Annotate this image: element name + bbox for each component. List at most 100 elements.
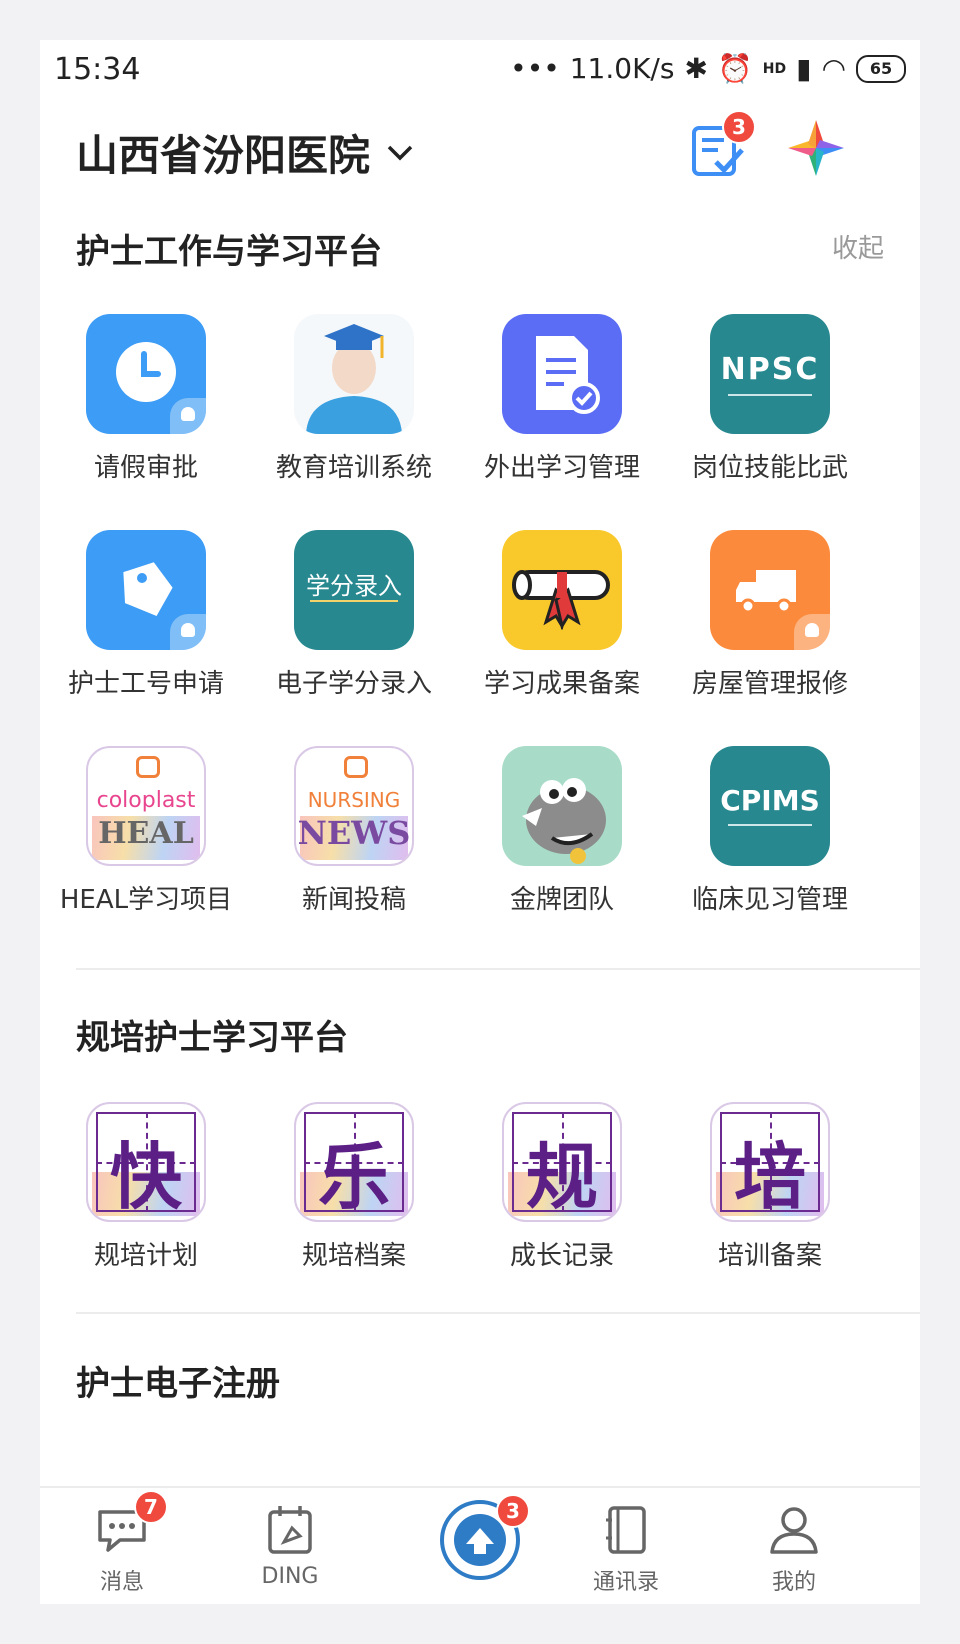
status-bar: 15:34 ••• 11.0K/s ✱ ⏰ HD ▮ ◠ 65 bbox=[40, 40, 920, 104]
logo-underline bbox=[728, 394, 812, 396]
calligraphy-le-icon: 乐 bbox=[294, 1102, 414, 1222]
org-name: 山西省汾阳医院 bbox=[76, 131, 371, 180]
workbench-button[interactable] bbox=[784, 116, 850, 182]
credit-entry-logo: 学分录入 bbox=[294, 530, 414, 650]
rhino-mascot-icon bbox=[502, 746, 622, 866]
section-title-standardized-training: 规培护士学习平台 bbox=[76, 1018, 348, 1058]
heal-text: HEAL bbox=[98, 816, 194, 851]
news-text: NEWS bbox=[297, 814, 411, 852]
person-icon bbox=[766, 1502, 822, 1558]
tab-me[interactable]: 我的 bbox=[724, 1502, 864, 1596]
signal-icon: ▮ bbox=[796, 52, 812, 85]
ding-icon bbox=[262, 1502, 318, 1558]
app-label: 临床见习管理 bbox=[691, 885, 848, 915]
stamp-badge-icon bbox=[170, 614, 206, 650]
npsc-logo: NPSC bbox=[710, 314, 830, 434]
tab-contacts[interactable]: 通讯录 bbox=[556, 1502, 696, 1596]
calligraphy-kuai-icon: 快 bbox=[86, 1102, 206, 1222]
messages-badge: 7 bbox=[134, 1490, 168, 1524]
hospital-logo-icon: 3 bbox=[438, 1494, 530, 1582]
clock-icon bbox=[86, 314, 206, 434]
npsc-logo-text: NPSC bbox=[720, 352, 820, 387]
app-label: 教育培训系统 bbox=[275, 453, 432, 483]
app-heal-project[interactable]: coloplast HEAL HEAL学习项目 bbox=[42, 746, 250, 918]
app-training-filing[interactable]: 培 培训备案 bbox=[666, 1102, 874, 1274]
chevron-down-icon bbox=[387, 145, 413, 160]
heal-logo: coloplast HEAL bbox=[86, 746, 206, 866]
bottom-tab-bar: 7 消息 DING 3 通讯录 我的 bbox=[40, 1486, 920, 1604]
status-time: 15:34 bbox=[54, 52, 141, 87]
app-skill-competition[interactable]: NPSC 岗位技能比武 bbox=[666, 314, 874, 486]
more-dots-icon: ••• bbox=[510, 52, 560, 85]
app-label: 外出学习管理 bbox=[483, 453, 640, 483]
calligraphy-char: 培 bbox=[733, 1134, 806, 1219]
diploma-icon bbox=[502, 530, 622, 650]
app-training-archive[interactable]: 乐 规培档案 bbox=[250, 1102, 458, 1274]
tab-hospital-home[interactable]: 3 bbox=[410, 1494, 550, 1582]
app-education-training[interactable]: 教育培训系统 bbox=[250, 314, 458, 486]
app-label: 培训备案 bbox=[717, 1241, 822, 1271]
app-training-plan[interactable]: 快 规培计划 bbox=[42, 1102, 250, 1274]
app-leave-approval[interactable]: 请假审批 bbox=[42, 314, 250, 486]
tab-label: 消息 bbox=[99, 1570, 144, 1595]
tab-label: DING bbox=[261, 1564, 319, 1589]
section-divider bbox=[76, 1312, 920, 1314]
app-label: 电子学分录入 bbox=[275, 669, 432, 699]
app-screen: 15:34 ••• 11.0K/s ✱ ⏰ HD ▮ ◠ 65 山西省汾阳医院 … bbox=[40, 40, 920, 1604]
chat-icon: 7 bbox=[94, 1490, 168, 1558]
app-label: HEAL学习项目 bbox=[59, 885, 233, 915]
tab-label: 通讯录 bbox=[592, 1570, 659, 1595]
calligraphy-char: 快 bbox=[109, 1134, 182, 1219]
app-growth-record[interactable]: 规 成长记录 bbox=[458, 1102, 666, 1274]
app-label: 学习成果备案 bbox=[483, 669, 640, 699]
calligraphy-pei-icon: 培 bbox=[710, 1102, 830, 1222]
hospital-badge: 3 bbox=[496, 1494, 530, 1528]
calligraphy-gui-icon: 规 bbox=[502, 1102, 622, 1222]
status-icons: ••• 11.0K/s ✱ ⏰ HD ▮ ◠ 65 bbox=[510, 52, 906, 85]
wifi-icon: ◠ bbox=[821, 52, 846, 85]
nurse-cap-icon bbox=[344, 756, 368, 778]
app-clinical-internship[interactable]: CPIMS 临床见习管理 bbox=[666, 746, 874, 918]
colorful-star-icon bbox=[788, 120, 844, 176]
section-divider bbox=[76, 968, 920, 970]
tag-icon bbox=[86, 530, 206, 650]
collapse-link[interactable]: 收起 bbox=[832, 228, 884, 265]
logo-underline bbox=[728, 824, 812, 826]
contacts-icon bbox=[598, 1502, 654, 1558]
cpims-logo-text: CPIMS bbox=[720, 784, 820, 817]
app-label: 规培计划 bbox=[93, 1241, 198, 1271]
alarm-icon: ⏰ bbox=[717, 52, 753, 85]
cpims-logo: CPIMS bbox=[710, 746, 830, 866]
org-switcher[interactable]: 山西省汾阳医院 bbox=[76, 122, 414, 183]
app-label: 成长记录 bbox=[509, 1241, 614, 1271]
calligraphy-char: 规 bbox=[525, 1134, 598, 1219]
app-external-study[interactable]: 外出学习管理 bbox=[458, 314, 666, 486]
app-housing-repair[interactable]: 房屋管理报修 bbox=[666, 530, 874, 702]
tab-ding[interactable]: DING bbox=[220, 1502, 360, 1589]
app-label: 金牌团队 bbox=[509, 885, 614, 915]
nurse-cap-icon bbox=[136, 756, 160, 778]
stamp-badge-icon bbox=[170, 398, 206, 434]
truck-icon bbox=[710, 530, 830, 650]
tasks-button[interactable]: 3 bbox=[684, 110, 756, 182]
bluetooth-icon: ✱ bbox=[684, 52, 708, 85]
app-news-submission[interactable]: NURSING NEWS 新闻投稿 bbox=[250, 746, 458, 918]
credit-entry-logo-text: 学分录入 bbox=[306, 572, 402, 600]
document-check-icon bbox=[502, 314, 622, 434]
app-label: 护士工号申请 bbox=[67, 669, 224, 699]
app-nurse-id-apply[interactable]: 护士工号申请 bbox=[42, 530, 250, 702]
app-label: 岗位技能比武 bbox=[691, 453, 848, 483]
stamp-badge-icon bbox=[794, 614, 830, 650]
app-label: 房屋管理报修 bbox=[691, 669, 848, 699]
app-label: 新闻投稿 bbox=[301, 885, 406, 915]
section-title-nurse-platform: 护士工作与学习平台 bbox=[76, 232, 382, 272]
battery-icon: 65 bbox=[856, 54, 906, 83]
tab-label: 我的 bbox=[771, 1570, 816, 1595]
tab-messages[interactable]: 7 消息 bbox=[52, 1490, 192, 1596]
nursing-text: NURSING bbox=[307, 788, 401, 812]
app-study-achievements[interactable]: 学习成果备案 bbox=[458, 530, 666, 702]
app-gold-team[interactable]: 金牌团队 bbox=[458, 746, 666, 918]
nursing-news-logo: NURSING NEWS bbox=[294, 746, 414, 866]
network-speed: 11.0K/s bbox=[569, 52, 675, 85]
app-credit-entry[interactable]: 学分录入 电子学分录入 bbox=[250, 530, 458, 702]
